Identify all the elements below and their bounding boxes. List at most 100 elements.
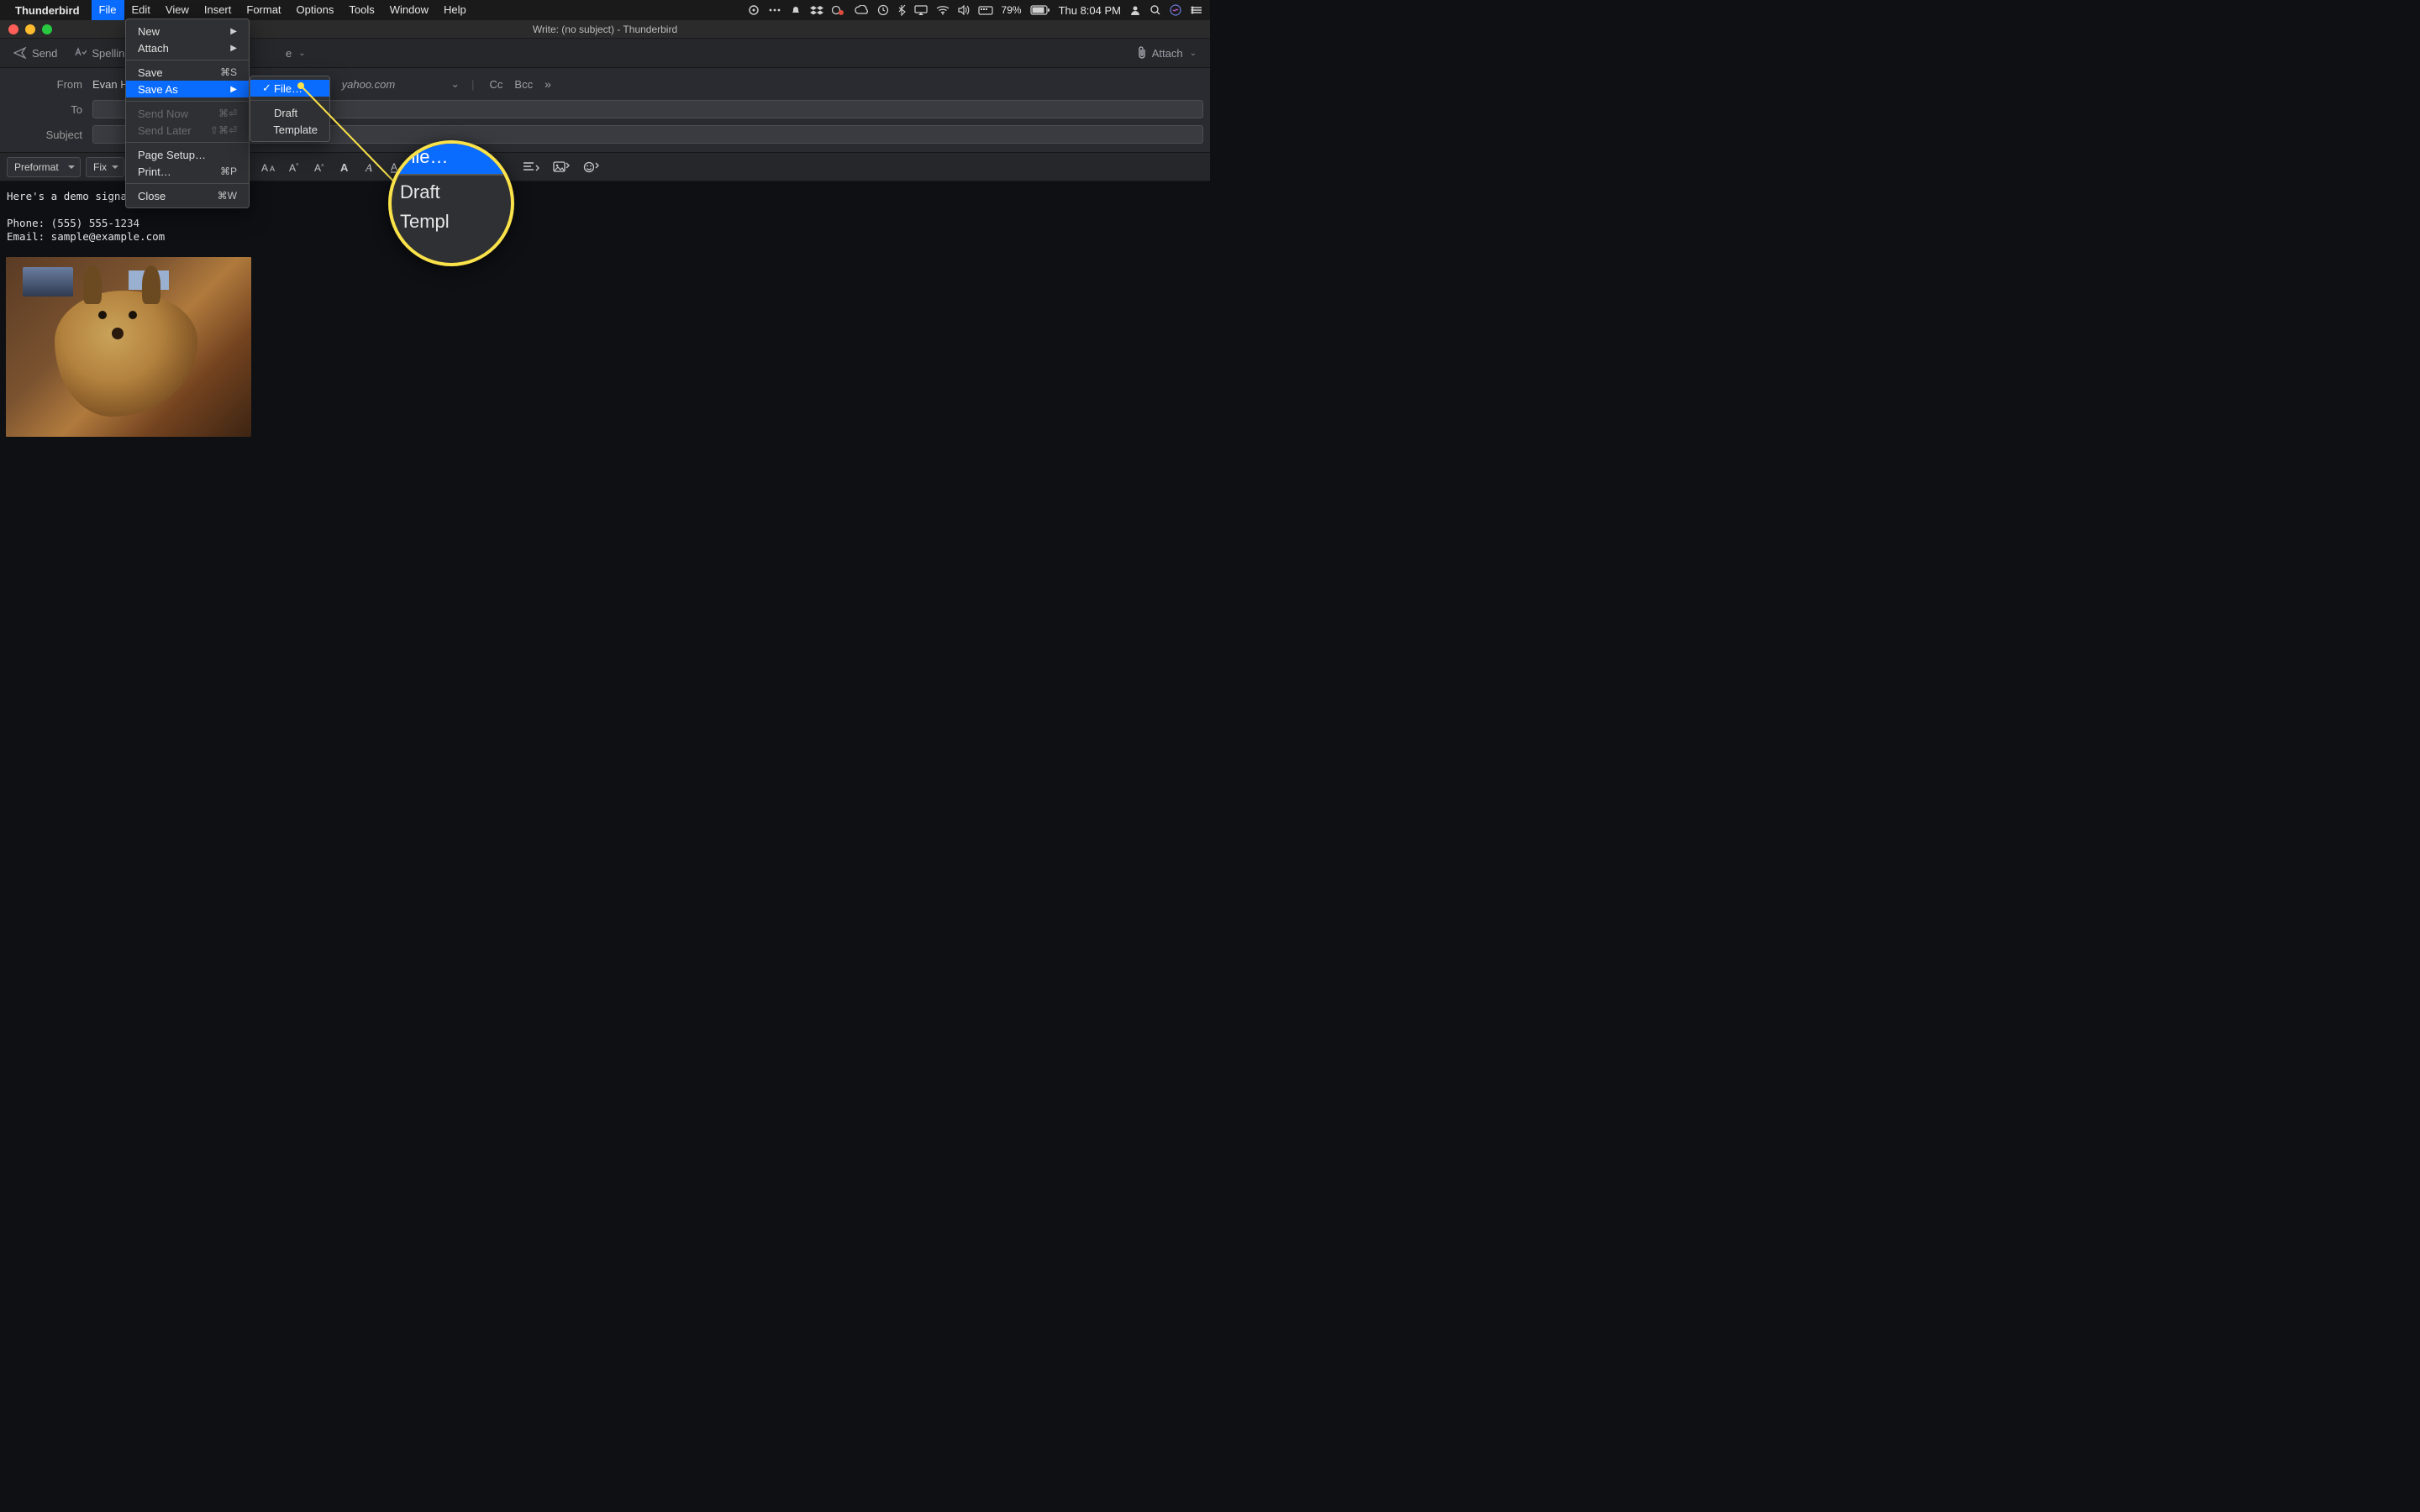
save-as-file[interactable]: ✓File…	[250, 80, 329, 97]
keyboard-icon[interactable]	[978, 6, 993, 15]
wifi-icon[interactable]	[936, 5, 950, 15]
save-as-submenu-panel: ✓File… Draft Template	[250, 76, 330, 142]
from-name: Evan H	[92, 78, 129, 91]
minimize-window-button[interactable]	[25, 24, 35, 34]
user-icon[interactable]	[1129, 4, 1141, 16]
magnifier-draft-row: Draft	[388, 176, 514, 209]
file-menu-send-now: Send Now⌘⏎	[126, 105, 249, 122]
menu-insert[interactable]: Insert	[197, 0, 239, 20]
zoom-window-button[interactable]	[42, 24, 52, 34]
to-label: To	[7, 103, 87, 116]
from-email-tail: yahoo.com	[342, 78, 396, 91]
svg-text:A: A	[365, 161, 372, 173]
menu-file[interactable]: File	[92, 0, 124, 20]
insert-image-icon[interactable]	[549, 157, 574, 177]
font-size-same-icon[interactable]: AA	[259, 157, 279, 177]
body-line-1: Here's a demo signat	[7, 190, 134, 202]
battery-percentage: 79%	[1002, 4, 1022, 16]
submenu-arrow-icon: ▶	[230, 27, 237, 36]
bluetooth-icon[interactable]	[897, 4, 906, 16]
save-as-draft[interactable]: Draft	[250, 104, 329, 121]
battery-icon[interactable]	[1030, 5, 1050, 15]
menu-help[interactable]: Help	[436, 0, 474, 20]
menu-separator	[126, 101, 249, 102]
menu-window[interactable]: Window	[382, 0, 436, 20]
chevron-down-icon: ⌄	[298, 49, 305, 58]
menu-options[interactable]: Options	[289, 0, 342, 20]
submenu-arrow-icon: ▶	[230, 44, 237, 53]
signature-image	[6, 257, 251, 437]
svg-text:A: A	[261, 162, 268, 173]
file-menu-panel: New▶ Attach▶ Save⌘S Save As▶ Send Now⌘⏎ …	[125, 18, 250, 208]
volume-icon[interactable]	[958, 5, 970, 15]
menubar-app-name[interactable]: Thunderbird	[15, 4, 80, 17]
paragraph-style-select[interactable]: Preformat	[7, 157, 81, 177]
menu-separator	[126, 183, 249, 184]
magnifier-file-row: ✓ File…	[388, 140, 514, 174]
subject-label: Subject	[7, 129, 87, 141]
svg-text:˅: ˅	[296, 163, 299, 168]
menu-view[interactable]: View	[158, 0, 197, 20]
emoji-icon[interactable]	[579, 157, 604, 177]
file-menu-close[interactable]: Close⌘W	[126, 187, 249, 204]
file-menu-send-later: Send Later⇧⌘⏎	[126, 122, 249, 139]
magnifier-template-row: Templ	[388, 209, 514, 234]
svg-text:A: A	[340, 161, 349, 173]
close-window-button[interactable]	[8, 24, 18, 34]
timemachine-icon[interactable]	[877, 4, 889, 16]
dots-icon[interactable]	[768, 6, 781, 14]
cloud-icon[interactable]	[854, 5, 869, 15]
file-menu-new[interactable]: New▶	[126, 23, 249, 39]
svg-text:A: A	[314, 162, 321, 173]
security-button-partial[interactable]: e ⌄	[279, 45, 313, 62]
attach-button[interactable]: Attach ⌄	[1130, 44, 1203, 62]
dropbox-icon[interactable]	[810, 4, 823, 16]
paragraph-style-value: Preformat	[14, 161, 59, 173]
file-menu-save[interactable]: Save⌘S	[126, 64, 249, 81]
body-email: Email: sample@example.com	[7, 230, 165, 243]
focus-icon[interactable]	[748, 4, 760, 16]
send-button[interactable]: Send	[7, 45, 64, 62]
magnifier-callout: S ✓ File… Draft Templ ▶	[388, 140, 514, 266]
svg-text:A: A	[270, 165, 275, 173]
menu-format[interactable]: Format	[239, 0, 288, 20]
from-label: From	[7, 78, 87, 91]
notification-icon[interactable]	[790, 4, 802, 16]
svg-text:A: A	[289, 162, 296, 173]
align-icon[interactable]	[518, 157, 544, 177]
expand-recipients-icon[interactable]: »	[541, 77, 555, 91]
attach-label: Attach	[1152, 47, 1183, 60]
menu-separator	[126, 142, 249, 143]
file-menu-attach[interactable]: Attach▶	[126, 39, 249, 56]
font-size-decrease-icon[interactable]: A˅	[284, 157, 304, 177]
svg-text:˄: ˄	[321, 164, 324, 169]
spotlight-icon[interactable]	[1150, 4, 1161, 16]
from-dropdown-chevron-icon[interactable]: ⌄	[450, 77, 460, 91]
menubar-clock[interactable]: Thu 8:04 PM	[1059, 4, 1121, 17]
menu-tools[interactable]: Tools	[341, 0, 381, 20]
font-family-select[interactable]: Fix	[86, 157, 124, 177]
airplay-icon[interactable]	[914, 5, 928, 15]
divider: |	[471, 78, 474, 91]
security-label-tail: e	[286, 47, 292, 60]
menu-separator	[250, 100, 329, 101]
font-size-increase-icon[interactable]: A˄	[309, 157, 329, 177]
cc-button[interactable]: Cc	[487, 78, 507, 91]
control-center-icon[interactable]	[1190, 5, 1203, 15]
save-as-template[interactable]: Template	[250, 121, 329, 138]
record-icon[interactable]	[832, 4, 845, 16]
bold-icon[interactable]: A	[334, 157, 355, 177]
check-icon: ✓	[262, 81, 274, 95]
body-phone: Phone: (555) 555-1234	[7, 217, 139, 229]
italic-icon[interactable]: A	[360, 157, 380, 177]
menubar-status-area: 79% Thu 8:04 PM	[748, 4, 1203, 17]
siri-icon[interactable]	[1170, 4, 1181, 16]
file-menu-page-setup[interactable]: Page Setup…	[126, 146, 249, 163]
font-family-value-partial: Fix	[93, 161, 107, 173]
chevron-down-icon: ⌄	[1190, 49, 1197, 58]
traffic-lights	[8, 24, 52, 34]
menu-edit[interactable]: Edit	[124, 0, 158, 20]
file-menu-save-as[interactable]: Save As▶	[126, 81, 249, 97]
file-menu-print[interactable]: Print…⌘P	[126, 163, 249, 180]
bcc-button[interactable]: Bcc	[511, 78, 536, 91]
